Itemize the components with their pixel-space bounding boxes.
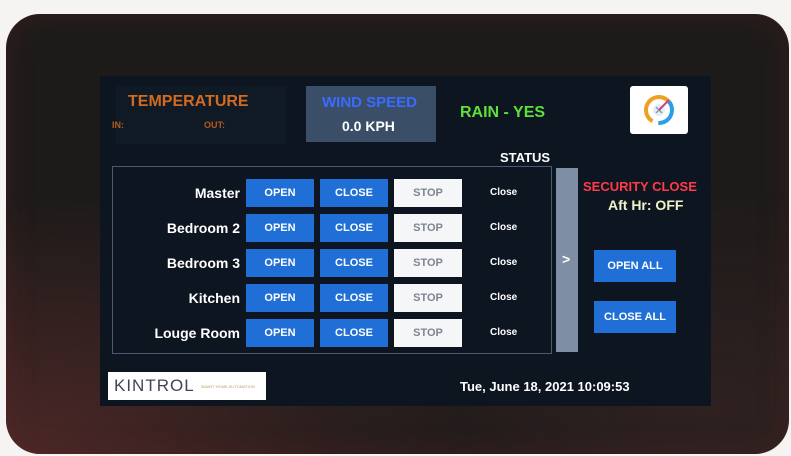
room-status: Close (490, 292, 518, 303)
stop-button[interactable]: STOP (394, 284, 462, 312)
kintrol-logo: KINTROL SMART HOME AUTOMATION (108, 372, 266, 400)
close-button[interactable]: CLOSE (320, 179, 388, 207)
security-close-label: SECURITY CLOSE (583, 179, 697, 194)
open-button[interactable]: OPEN (246, 284, 314, 312)
temperature-title: TEMPERATURE (128, 93, 249, 110)
room-label: Louge Room (154, 325, 240, 341)
date-time-display: Tue, June 18, 2021 10:09:53 (460, 379, 630, 394)
settings-logo-button[interactable] (630, 86, 688, 134)
room-label: Bedroom 2 (166, 220, 240, 236)
open-button[interactable]: OPEN (246, 179, 314, 207)
open-all-button[interactable]: OPEN ALL (594, 250, 676, 282)
close-button[interactable]: CLOSE (320, 284, 388, 312)
rain-status: RAIN - YES (460, 104, 546, 121)
stop-button[interactable]: STOP (394, 319, 462, 347)
open-button[interactable]: OPEN (246, 249, 314, 277)
room-label: Master (194, 185, 240, 201)
close-button[interactable]: CLOSE (320, 319, 388, 347)
room-status: Close (490, 257, 518, 268)
wind-speed-value: 0.0 KPH (342, 118, 395, 134)
brand-name: KINTROL (114, 376, 195, 395)
temperature-in-label: IN: (112, 120, 124, 130)
status-column-header: STATUS (500, 150, 551, 165)
room-label: Bedroom 3 (166, 255, 240, 271)
room-status: Close (490, 187, 518, 198)
touch-screen: TEMPERATURE IN: OUT: WIND SPEED 0.0 KPH … (100, 76, 711, 406)
stop-button[interactable]: STOP (394, 214, 462, 242)
room-label: Kitchen (188, 290, 240, 306)
close-button[interactable]: CLOSE (320, 249, 388, 277)
stop-button[interactable]: STOP (394, 249, 462, 277)
temperature-out-label: OUT: (204, 120, 225, 130)
close-all-button[interactable]: CLOSE ALL (594, 301, 676, 333)
chevron-right-icon[interactable]: > (562, 251, 570, 267)
room-status: Close (490, 327, 518, 338)
close-button[interactable]: CLOSE (320, 214, 388, 242)
room-status: Close (490, 222, 518, 233)
gauge-logo-icon (644, 95, 674, 125)
brand-tagline: SMART HOME AUTOMATION (200, 383, 255, 389)
wind-speed-title: WIND SPEED (322, 94, 418, 111)
open-button[interactable]: OPEN (246, 319, 314, 347)
after-hours-status: Aft Hr: OFF (608, 197, 684, 213)
stop-button[interactable]: STOP (394, 179, 462, 207)
open-button[interactable]: OPEN (246, 214, 314, 242)
